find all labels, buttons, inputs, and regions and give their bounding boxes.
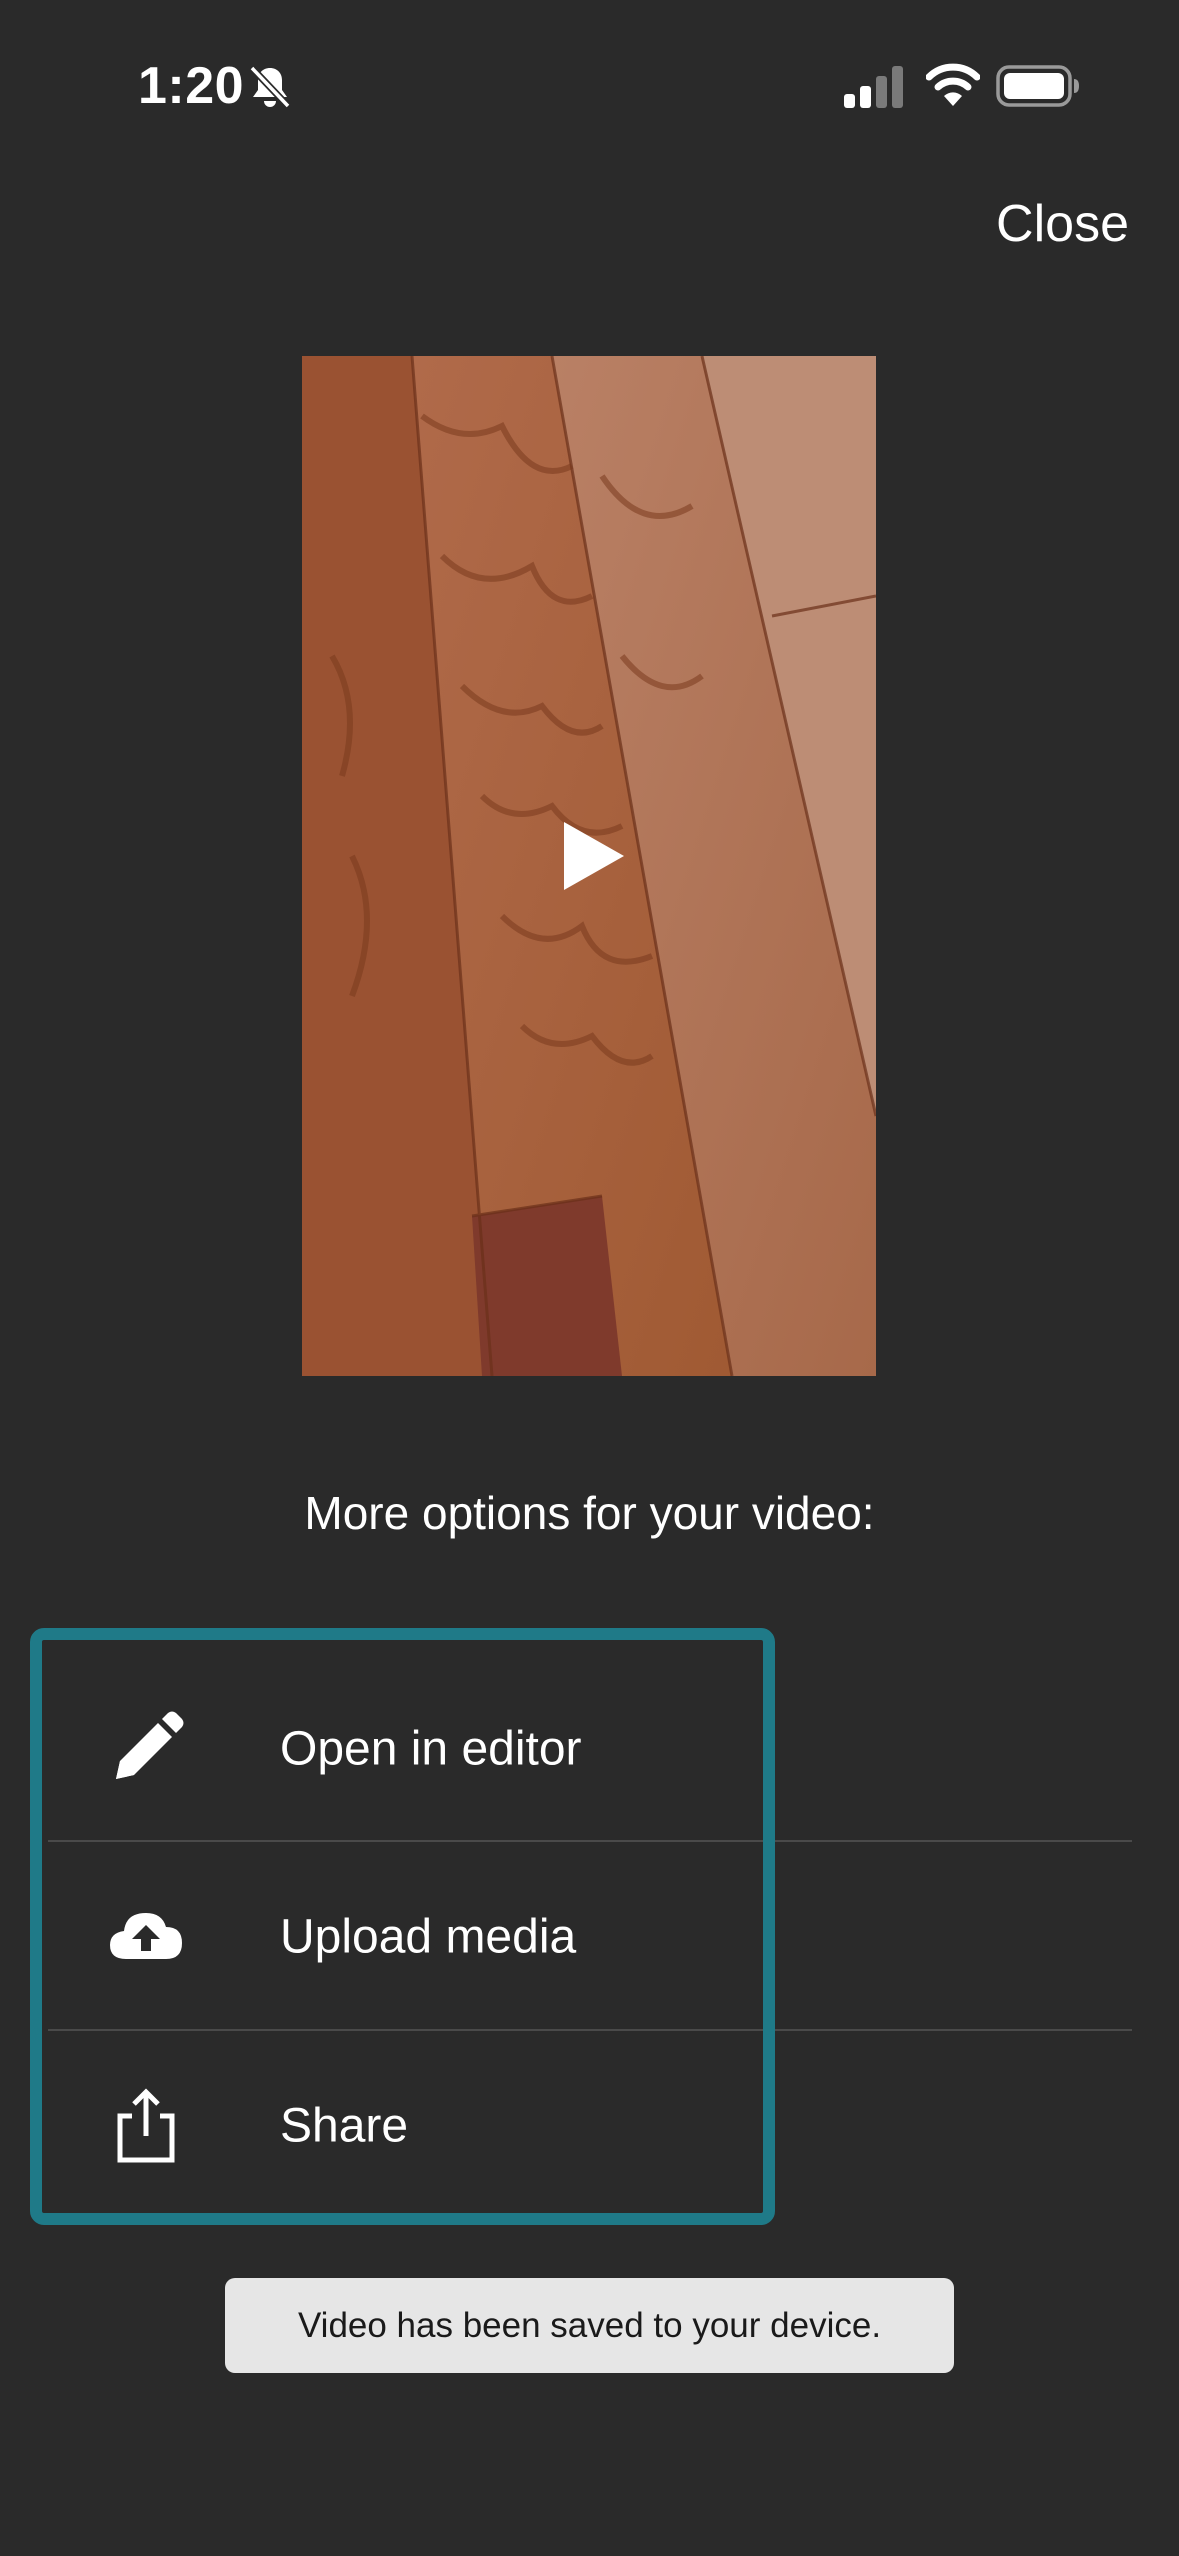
battery-icon xyxy=(996,65,1079,107)
play-icon[interactable] xyxy=(550,816,630,896)
signal-icon xyxy=(844,66,903,108)
wifi-icon xyxy=(926,63,980,106)
status-time: 1:20 xyxy=(138,57,245,115)
options-highlight-box xyxy=(30,1628,775,2225)
bell-slash-icon xyxy=(249,65,291,109)
close-button[interactable]: Close xyxy=(996,194,1129,254)
options-heading: More options for your video: xyxy=(304,1487,875,1539)
status-bar: 1:20 xyxy=(0,0,1179,176)
video-preview[interactable] xyxy=(302,356,876,1376)
saved-toast: Video has been saved to your device. xyxy=(225,2278,954,2373)
